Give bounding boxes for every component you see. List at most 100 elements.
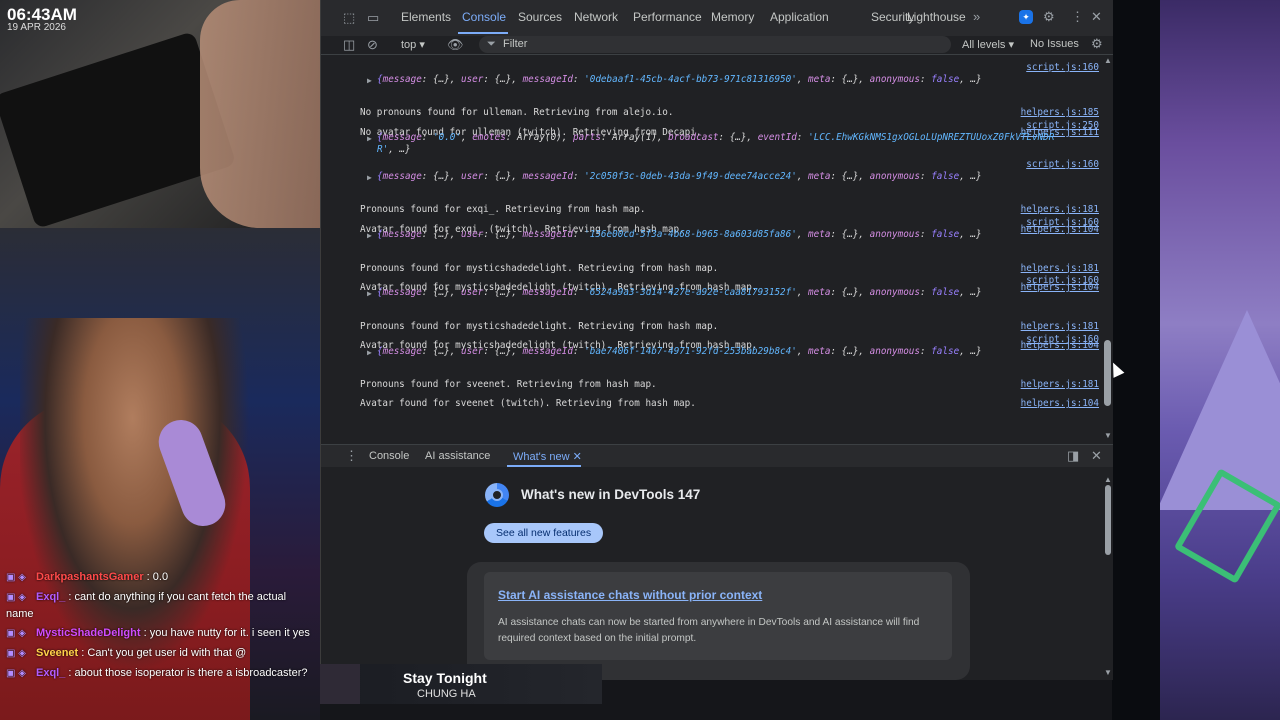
console-object-message[interactable]: ▶ {message: {…}, user: {…}, messageId: '6…: [321, 275, 1099, 300]
see-all-features-button[interactable]: See all new features: [484, 523, 604, 543]
console-message: Pronouns found for mysticshadedelight. R…: [321, 243, 1099, 274]
drawer-tab-whats-new[interactable]: What's new ✕: [513, 450, 582, 463]
expand-arrow-icon[interactable]: ▶: [367, 173, 372, 182]
tab-network[interactable]: Network: [574, 10, 618, 24]
clear-console-icon[interactable]: ⊘: [367, 37, 378, 53]
devtools-window: ⬚ ▭ Elements Console Sources Network Per…: [320, 0, 1113, 680]
console-object-message[interactable]: ▶ {message: {…}, user: {…}, messageId: '2…: [321, 159, 1099, 184]
desktop-edge: [1112, 0, 1160, 720]
expand-arrow-icon[interactable]: ▶: [367, 134, 372, 143]
source-link[interactable]: script.js:250: [1026, 120, 1099, 131]
expand-arrow-icon[interactable]: ▶: [367, 76, 372, 85]
context-selector-label: top: [401, 39, 417, 51]
expand-arrow-icon[interactable]: ▶: [367, 348, 372, 357]
object-token: :: [572, 345, 585, 357]
drawer-tab-console[interactable]: Console: [369, 450, 409, 462]
dock-drawer-icon[interactable]: ◨: [1067, 448, 1079, 464]
console-scroll-thumb[interactable]: [1104, 340, 1111, 406]
object-token: meta: [808, 287, 831, 299]
console-object-message[interactable]: ▶ {message: '0.0', emotes: Array(0), part…: [321, 120, 1099, 165]
tab-performance[interactable]: Performance: [633, 10, 702, 24]
drawer-tab-ai-assistance[interactable]: AI assistance: [425, 450, 490, 462]
object-token: : {…},: [421, 229, 461, 241]
wn-scroll-down-icon[interactable]: ▼: [1104, 668, 1112, 677]
scroll-up-icon[interactable]: ▲: [1104, 56, 1112, 65]
scroll-down-icon[interactable]: ▼: [1104, 431, 1112, 440]
expand-arrow-icon[interactable]: ▶: [367, 289, 372, 298]
object-token: false: [931, 74, 960, 85]
filter-input[interactable]: ⏷ Filter: [479, 36, 951, 53]
object-token: meta: [808, 229, 831, 241]
live-expression-eye-icon[interactable]: 👁: [447, 37, 464, 53]
tab-memory[interactable]: Memory: [711, 10, 754, 24]
tab-application[interactable]: Application: [770, 10, 829, 24]
object-token: anonymous: [869, 74, 920, 85]
object-token: anonymous: [869, 229, 920, 241]
chat-text: : you have nutty for it. i seen it yes: [143, 627, 310, 639]
object-token: message: [382, 287, 422, 299]
object-preview: R', …}: [377, 144, 411, 155]
inspect-element-icon[interactable]: ⬚: [343, 10, 355, 26]
context-selector[interactable]: top ▾: [401, 38, 425, 51]
console-scrollbar[interactable]: ▲ ▼: [1103, 56, 1113, 442]
source-link[interactable]: script.js:160: [1026, 217, 1099, 228]
more-tabs-icon[interactable]: »: [973, 9, 980, 24]
devtools-tab-bar: ⬚ ▭ Elements Console Sources Network Per…: [321, 0, 1113, 37]
tab-console[interactable]: Console: [462, 10, 506, 24]
source-link[interactable]: script.js:160: [1026, 62, 1099, 73]
console-message: Pronouns found for exqi_. Retrieving fro…: [321, 184, 1099, 215]
device-toolbar-icon[interactable]: ▭: [367, 10, 379, 26]
console-object-message[interactable]: ▶ {message: {…}, user: {…}, messageId: '0…: [321, 62, 1099, 87]
close-drawer-icon[interactable]: ✕: [1091, 448, 1102, 464]
tab-elements[interactable]: Elements: [401, 10, 451, 24]
source-link[interactable]: script.js:160: [1026, 275, 1099, 286]
object-token: message: [382, 132, 422, 144]
object-token: :: [920, 74, 932, 85]
chat-badge-icon: ▣ ◈: [6, 668, 26, 679]
chat-badge-icon: ▣ ◈: [6, 572, 26, 583]
console-message: No avatar found for ulleman (twitch). Re…: [321, 107, 1099, 138]
object-token: user: [460, 74, 484, 85]
object-token: R': [377, 144, 389, 156]
chat-username: MysticShadeDelight: [36, 627, 141, 639]
issues-counter[interactable]: No Issues: [1030, 38, 1079, 50]
close-tab-icon[interactable]: ✕: [573, 451, 582, 463]
object-token: : Array(0),: [505, 132, 573, 144]
object-token: , …}: [959, 171, 982, 182]
object-token: '2c050f3c-0deb-43da-9f49-deee74acce24': [584, 171, 797, 182]
sidebar-toggle-icon[interactable]: ◫: [343, 37, 355, 53]
object-token: : {…},: [421, 345, 461, 357]
console-message: Avatar found for mysticshadedelight (twi…: [321, 262, 1099, 293]
source-link[interactable]: script.js:160: [1026, 159, 1099, 170]
drawer-menu-icon[interactable]: ⋮: [345, 448, 358, 464]
object-token: false: [931, 287, 960, 299]
ai-assistant-icon[interactable]: ✦: [1019, 10, 1033, 24]
object-token: 'bae7406f-14b7-4971-92fd-253bab29b8c4': [584, 345, 797, 357]
chrome-devtools-logo-icon: [485, 483, 509, 507]
tab-sources[interactable]: Sources: [518, 10, 562, 24]
object-token: message: [382, 229, 422, 241]
arm-image: [200, 0, 320, 228]
feature-card: Start AI assistance chats without prior …: [467, 562, 970, 680]
close-devtools-icon[interactable]: ✕: [1091, 9, 1102, 25]
settings-gear-icon[interactable]: ⚙: [1043, 9, 1055, 25]
object-token: , …}: [959, 345, 982, 357]
source-link[interactable]: helpers.js:104: [1021, 398, 1099, 409]
source-link[interactable]: script.js:160: [1026, 334, 1099, 345]
console-object-message[interactable]: ▶ {message: {…}, user: {…}, messageId: 'b…: [321, 334, 1099, 359]
expand-arrow-icon[interactable]: ▶: [367, 231, 372, 240]
console-message: Avatar found for sveenet (twitch). Retri…: [321, 378, 1099, 409]
chat-username: Sveenet: [36, 647, 79, 659]
more-options-icon[interactable]: ⋮: [1071, 9, 1084, 25]
whats-new-scroll-thumb[interactable]: [1105, 485, 1111, 555]
whats-new-scrollbar[interactable]: ▲ ▼: [1103, 475, 1113, 680]
console-settings-gear-icon[interactable]: ⚙: [1091, 36, 1103, 52]
levels-selector[interactable]: All levels ▾: [962, 38, 1014, 51]
object-token: :: [920, 287, 932, 299]
console-log: ▶ {message: {…}, user: {…}, messageId: '0…: [321, 56, 1113, 442]
tab-lighthouse[interactable]: Lighthouse: [907, 10, 966, 24]
wn-scroll-up-icon[interactable]: ▲: [1104, 475, 1112, 484]
feature-card-title-link[interactable]: Start AI assistance chats without prior …: [498, 588, 762, 602]
object-token: anonymous: [869, 171, 920, 182]
console-object-message[interactable]: ▶ {message: {…}, user: {…}, messageId: '1…: [321, 217, 1099, 242]
